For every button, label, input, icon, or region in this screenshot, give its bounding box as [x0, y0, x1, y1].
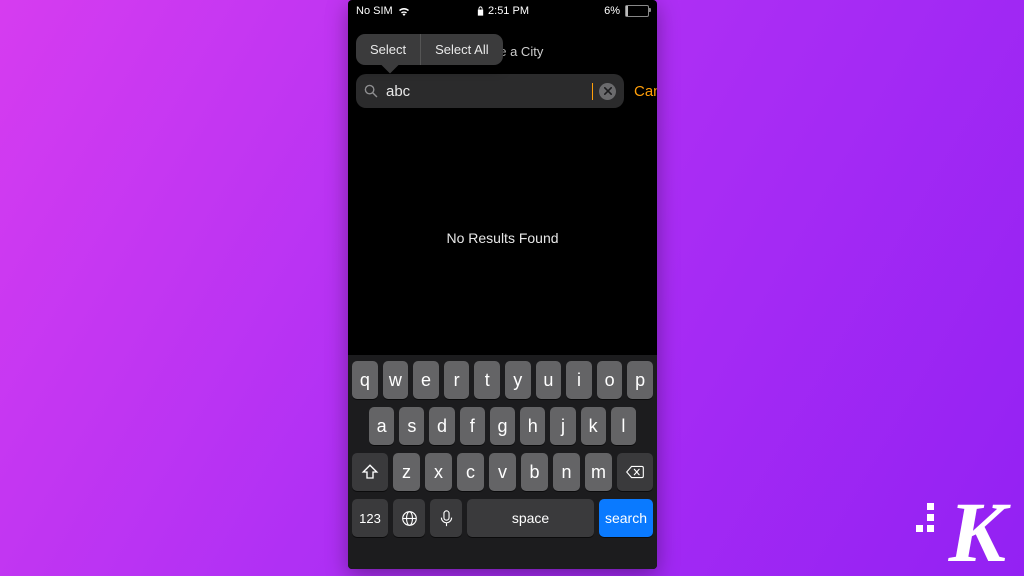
no-results-label: No Results Found	[348, 230, 657, 246]
key-dictation[interactable]	[430, 499, 462, 537]
keyboard-row-1: q w e r t y u i o p	[352, 361, 653, 399]
key-o[interactable]: o	[597, 361, 623, 399]
cancel-button[interactable]: Cancel	[634, 83, 657, 100]
watermark-letter: K	[949, 502, 1006, 562]
key-backspace[interactable]	[617, 453, 653, 491]
key-i[interactable]: i	[566, 361, 592, 399]
key-b[interactable]: b	[521, 453, 548, 491]
globe-icon	[401, 510, 418, 527]
key-q[interactable]: q	[352, 361, 378, 399]
phone-frame: No SIM 2:51 PM 6% Choose a City Select S…	[348, 0, 657, 569]
microphone-icon	[438, 510, 455, 527]
watermark: K	[949, 502, 1006, 562]
close-icon	[604, 87, 612, 95]
keyboard-row-3: z x c v b n m	[352, 453, 653, 491]
lock-icon	[476, 6, 484, 16]
battery-pct: 6%	[604, 5, 620, 17]
key-d[interactable]: d	[429, 407, 454, 445]
key-numbers[interactable]: 123	[352, 499, 388, 537]
keyboard: q w e r t y u i o p a s d f g h j k	[348, 355, 657, 569]
carrier-label: No SIM	[356, 5, 393, 17]
text-context-menu: Select Select All	[356, 34, 503, 65]
key-shift[interactable]	[352, 453, 388, 491]
key-z[interactable]: z	[393, 453, 420, 491]
key-t[interactable]: t	[474, 361, 500, 399]
key-v[interactable]: v	[489, 453, 516, 491]
key-s[interactable]: s	[399, 407, 424, 445]
keyboard-row-2: a s d f g h j k l	[352, 407, 653, 445]
key-n[interactable]: n	[553, 453, 580, 491]
key-u[interactable]: u	[536, 361, 562, 399]
text-caret	[592, 83, 593, 100]
key-x[interactable]: x	[425, 453, 452, 491]
wifi-icon	[398, 7, 410, 16]
status-bar: No SIM 2:51 PM 6%	[348, 0, 657, 22]
key-f[interactable]: f	[460, 407, 485, 445]
key-p[interactable]: p	[627, 361, 653, 399]
key-h[interactable]: h	[520, 407, 545, 445]
key-r[interactable]: r	[444, 361, 470, 399]
key-space[interactable]: space	[467, 499, 594, 537]
keyboard-row-4: 123 space search	[352, 499, 653, 537]
key-k[interactable]: k	[581, 407, 606, 445]
search-icon	[364, 84, 378, 98]
search-field[interactable]	[356, 74, 624, 108]
shift-icon	[361, 464, 379, 480]
key-l[interactable]: l	[611, 407, 636, 445]
key-a[interactable]: a	[369, 407, 394, 445]
key-globe[interactable]	[393, 499, 425, 537]
battery-icon	[625, 5, 649, 17]
key-w[interactable]: w	[383, 361, 409, 399]
context-select-all[interactable]: Select All	[421, 34, 502, 65]
key-y[interactable]: y	[505, 361, 531, 399]
key-j[interactable]: j	[550, 407, 575, 445]
key-m[interactable]: m	[585, 453, 612, 491]
clock-label: 2:51 PM	[488, 5, 529, 17]
clear-button[interactable]	[599, 83, 616, 100]
key-e[interactable]: e	[413, 361, 439, 399]
backspace-icon	[626, 464, 644, 480]
key-c[interactable]: c	[457, 453, 484, 491]
key-g[interactable]: g	[490, 407, 515, 445]
search-input[interactable]	[384, 82, 587, 101]
key-search[interactable]: search	[599, 499, 653, 537]
